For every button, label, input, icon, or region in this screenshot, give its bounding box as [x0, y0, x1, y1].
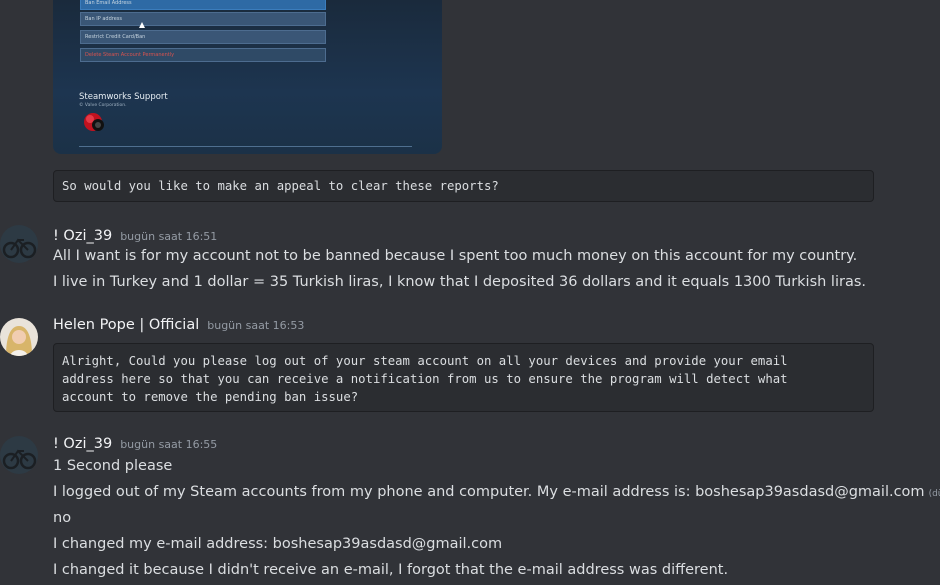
edited-label: (düzenlendi) [928, 489, 940, 499]
message-text: I changed it because I didn't receive an… [53, 562, 729, 578]
avatar[interactable] [0, 436, 38, 474]
embed-subtitle: © Valve Corporation. [79, 103, 127, 108]
message-header: ! Ozi_39 bugün saat 16:51 [53, 228, 217, 244]
timestamp: bugün saat 16:55 [120, 438, 218, 451]
steamworks-logo-icon [84, 113, 104, 131]
message-text-with-edit: I logged out of my Steam accounts from m… [53, 484, 940, 500]
message-text: 1 Second please [53, 458, 173, 474]
embed-row-delete-account: Delete Steam Account Permanently [80, 48, 326, 62]
avatar[interactable] [0, 318, 38, 356]
author-name[interactable]: Helen Pope | Official [53, 317, 199, 333]
timestamp: bugün saat 16:51 [120, 230, 218, 243]
person-avatar-icon [0, 318, 38, 356]
embed-row-restrict-card: Restrict Credit Card/Ban [80, 30, 326, 44]
embed-title: Steamworks Support [79, 92, 168, 102]
timestamp: bugün saat 16:53 [207, 319, 305, 332]
code-block: So would you like to make an appeal to c… [53, 170, 874, 202]
cursor-icon [139, 22, 145, 28]
message-header: ! Ozi_39 bugün saat 16:55 [53, 436, 217, 452]
bicycle-avatar-icon [0, 225, 38, 263]
embed-divider [79, 146, 412, 147]
code-block: Alright, Could you please log out of you… [53, 343, 874, 412]
message-text: I live in Turkey and 1 dollar = 35 Turki… [53, 274, 866, 290]
bicycle-avatar-icon [0, 436, 38, 474]
embed-row-ban-ip: Ban IP address [80, 12, 326, 26]
message-text: no [53, 510, 72, 526]
message-header: Helen Pope | Official bugün saat 16:53 [53, 317, 304, 333]
message-text: I changed my e-mail address: boshesap39a… [53, 536, 503, 552]
embed-row-ban-email: Ban Email Address [80, 0, 326, 10]
avatar[interactable] [0, 225, 38, 263]
author-name[interactable]: ! Ozi_39 [53, 228, 112, 244]
embedded-screenshot[interactable]: Ban Email Address Ban IP address Restric… [53, 0, 442, 154]
message-text: I logged out of my Steam accounts from m… [53, 484, 925, 500]
message-text: All I want is for my account not to be b… [53, 248, 858, 264]
author-name[interactable]: ! Ozi_39 [53, 436, 112, 452]
